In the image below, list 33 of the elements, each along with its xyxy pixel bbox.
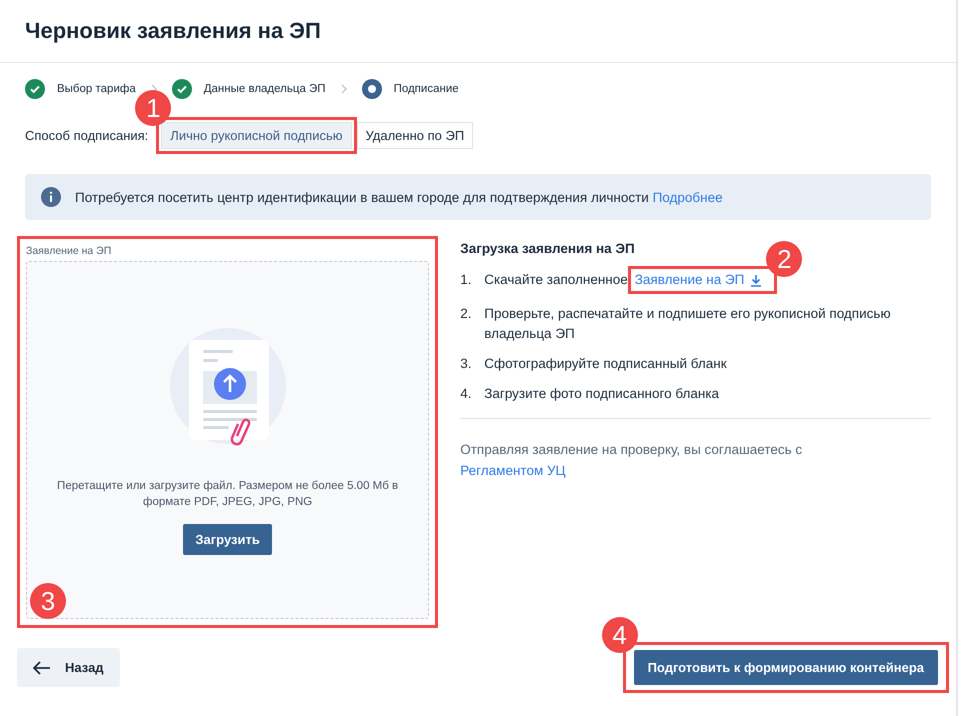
upload-label: Заявление на ЭП [26, 245, 112, 257]
field-label: Способ подписания: [25, 128, 148, 143]
step-text: Сфотографируйте подписанный бланк [484, 355, 727, 373]
upload-button[interactable]: Загрузить [183, 524, 272, 555]
callout-badge: 4 [602, 617, 638, 653]
info-icon [41, 187, 61, 207]
upload-hint: Перетащите или загрузите файл. Размером не более 5.00 Мб в формате PDF, JPEG, JPG, PNG [56, 479, 400, 510]
callout-badge: 2 [766, 241, 802, 277]
step-number: 3. [460, 355, 472, 373]
step-text: Загрузите фото подписанного бланка [484, 385, 720, 403]
step-text: Скачайте заполненное [484, 271, 628, 289]
regulations-link[interactable]: Регламентом УЦ [460, 463, 566, 478]
step-number: 1. [460, 271, 472, 289]
method-tab[interactable]: Лично рукописной подписью [161, 122, 352, 149]
step-label: Выбор тарифа [57, 83, 136, 95]
method-tab[interactable]: Удаленно по ЭП [356, 122, 474, 149]
step-label: Подписание [394, 83, 459, 95]
agreement-text: Отправляя заявление на проверку, вы соглашаетесь с Регламентом УЦ [460, 441, 804, 480]
step-text: Проверьте, распечатайте и подпишете его рукописной подписью владельца ЭП [484, 305, 892, 343]
section-title: Загрузка заявления на ЭП [460, 241, 636, 256]
info-text: Потребуется посетить центр идентификации в вашем городе для подтверждения личности Подробнее [75, 190, 723, 204]
back-arrow-icon [33, 660, 51, 674]
download-link[interactable]: Заявление на ЭП [634, 270, 762, 290]
page-title: Черновик заявления на ЭП [25, 18, 321, 44]
back-button[interactable]: Назад [17, 648, 120, 687]
chevron-icon [340, 83, 348, 95]
submit-button[interactable]: Подготовить к формированию контейнера [634, 650, 938, 685]
details-link[interactable]: Подробнее [652, 190, 723, 204]
step-label: Данные владельца ЭП [204, 83, 326, 95]
step-number: 2. [460, 305, 472, 323]
download-icon [750, 274, 762, 286]
callout-badge: 1 [135, 90, 172, 126]
step-number: 4. [460, 385, 472, 403]
